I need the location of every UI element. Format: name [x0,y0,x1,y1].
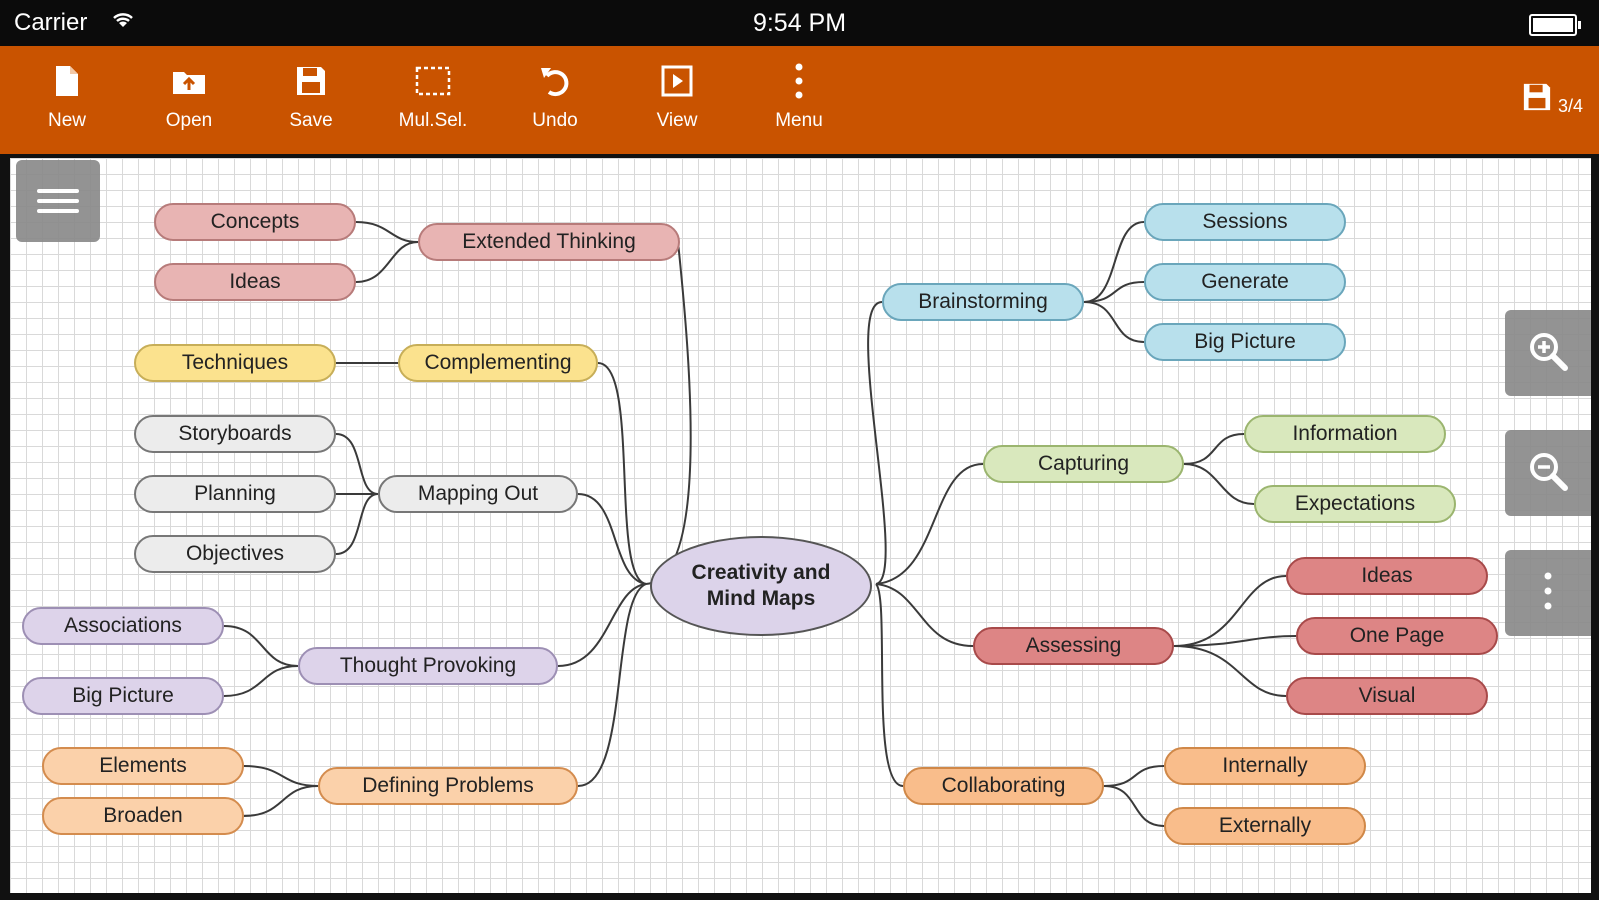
node-big-picture-right[interactable]: Big Picture [1144,323,1346,361]
node-ideas[interactable]: Ideas [154,263,356,301]
open-button[interactable]: Open [134,58,244,132]
zoom-in-icon [1526,329,1570,378]
node-expectations[interactable]: Expectations [1254,485,1456,523]
view-label: View [656,110,698,131]
node-brainstorming[interactable]: Brainstorming [882,283,1084,321]
node-big-picture-left[interactable]: Big Picture [22,677,224,715]
node-thought-provoking[interactable]: Thought Provoking [298,647,558,685]
save-icon [1522,82,1552,117]
multi-select-icon [378,58,488,104]
save-label: Save [289,110,333,131]
more-options-button[interactable] [1505,550,1591,636]
node-sessions[interactable]: Sessions [1144,203,1346,241]
zoom-out-icon [1526,449,1570,498]
hamburger-line [37,209,79,213]
node-associations[interactable]: Associations [22,607,224,645]
battery-icon [1529,14,1581,36]
new-label: New [47,110,86,131]
node-extended-thinking[interactable]: Extended Thinking [418,223,680,261]
node-defining-problems[interactable]: Defining Problems [318,767,578,805]
node-central-topic[interactable]: Creativity and Mind Maps [650,536,872,636]
hamburger-line [37,189,79,193]
node-planning[interactable]: Planning [134,475,336,513]
node-visual[interactable]: Visual [1286,677,1488,715]
node-objectives[interactable]: Objectives [134,535,336,573]
zoom-out-button[interactable] [1505,430,1591,516]
node-capturing[interactable]: Capturing [983,445,1184,483]
node-generate[interactable]: Generate [1144,263,1346,301]
view-icon [622,58,732,104]
node-concepts[interactable]: Concepts [154,203,356,241]
hamburger-menu-button[interactable] [16,160,100,242]
status-bar: Carrier 9:54 PM [0,0,1599,46]
node-broaden[interactable]: Broaden [42,797,244,835]
page-indicator[interactable]: 3/4 [1522,82,1583,117]
save-icon [256,58,366,104]
multi-select-button[interactable]: Mul.Sel. [378,58,488,132]
mindmap-canvas[interactable]: Extended Thinking Concepts Ideas Complem… [10,158,1591,893]
hamburger-line [37,199,79,203]
undo-label: Undo [532,110,578,131]
view-button[interactable]: View [622,58,732,132]
menu-button[interactable]: Menu [744,58,854,132]
central-topic-line1: Creativity and [691,561,831,584]
node-elements[interactable]: Elements [42,747,244,785]
document-icon [12,58,122,104]
node-ideas-right[interactable]: Ideas [1286,557,1488,595]
node-complementing[interactable]: Complementing [398,344,598,382]
main-toolbar: New Open Save Mul.Sel. Undo View Menu 3/… [0,46,1599,154]
node-storyboards[interactable]: Storyboards [134,415,336,453]
node-internally[interactable]: Internally [1164,747,1366,785]
save-button[interactable]: Save [256,58,366,132]
node-externally[interactable]: Externally [1164,807,1366,845]
page-count: 3/4 [1557,96,1583,116]
node-information[interactable]: Information [1244,415,1446,453]
undo-icon [500,58,610,104]
clock: 9:54 PM [752,9,847,37]
more-vertical-icon [1543,571,1553,616]
node-one-page[interactable]: One Page [1296,617,1498,655]
menu-label: Menu [775,110,823,131]
open-label: Open [165,110,213,131]
undo-button[interactable]: Undo [500,58,610,132]
node-assessing[interactable]: Assessing [973,627,1174,665]
node-techniques[interactable]: Techniques [134,344,336,382]
node-mapping-out[interactable]: Mapping Out [378,475,578,513]
more-vertical-icon [744,58,854,104]
zoom-in-button[interactable] [1505,310,1591,396]
multi-select-label: Mul.Sel. [398,110,468,131]
node-collaborating[interactable]: Collaborating [903,767,1104,805]
central-topic-line2: Mind Maps [706,587,816,610]
new-button[interactable]: New [12,58,122,132]
folder-open-icon [134,58,244,104]
